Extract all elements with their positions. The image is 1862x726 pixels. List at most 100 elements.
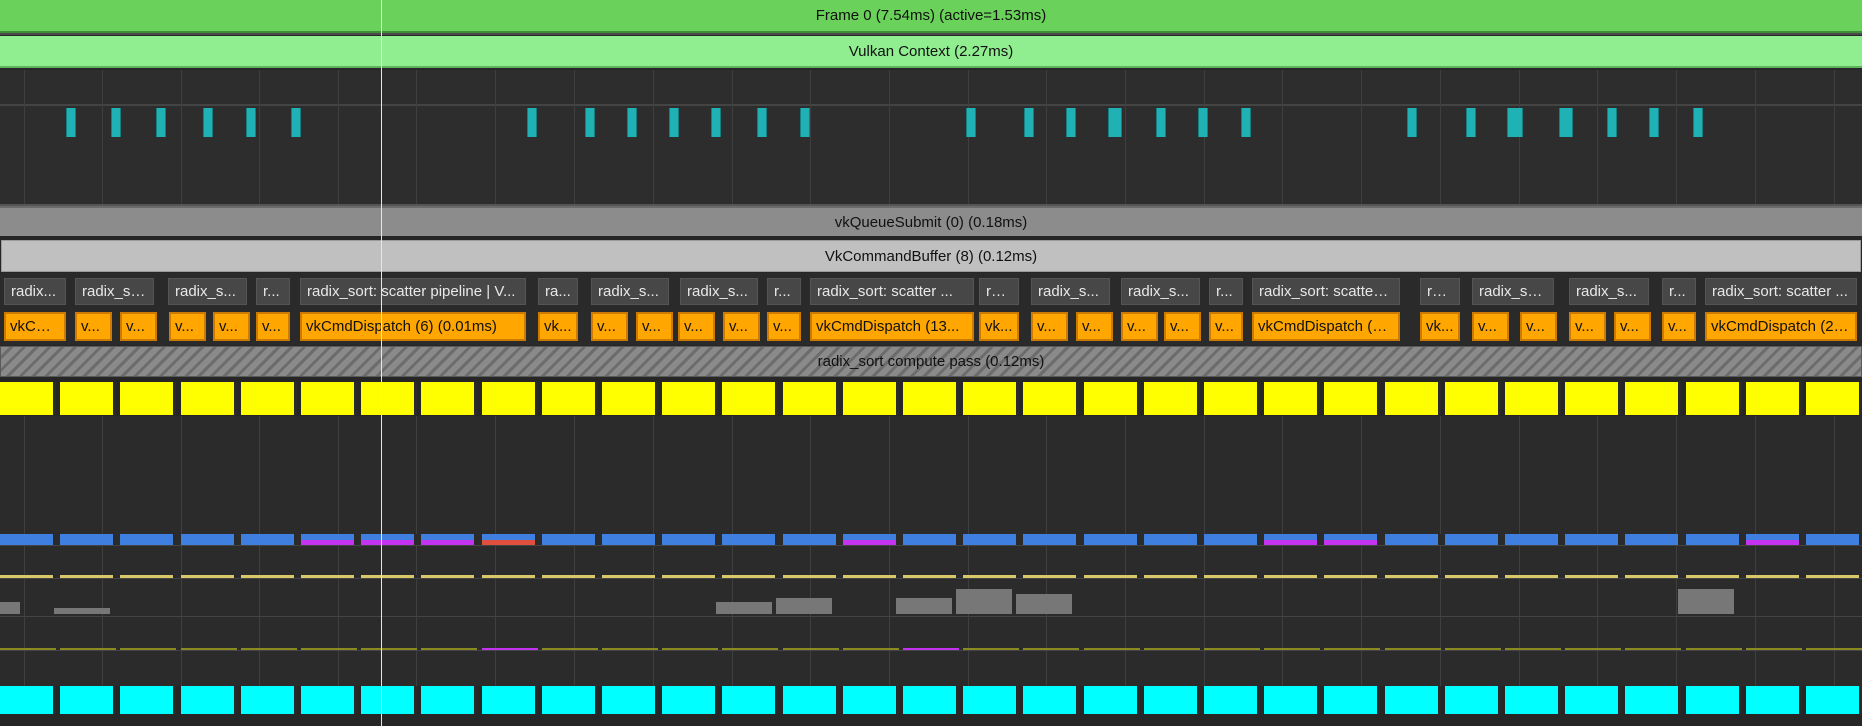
throughput-bar[interactable]: [1806, 534, 1862, 545]
throughput-bar[interactable]: [1324, 534, 1380, 545]
memory-activity-cell[interactable]: [361, 686, 417, 714]
dispatch-block[interactable]: v...: [1209, 312, 1243, 341]
throughput-bar[interactable]: [1204, 534, 1260, 545]
memory-activity-cell[interactable]: [482, 686, 538, 714]
shader-occupancy-cell[interactable]: [903, 382, 959, 415]
gpu-event-marker[interactable]: [1693, 108, 1703, 137]
dispatch-block[interactable]: v...: [1076, 312, 1113, 341]
gpu-event-marker[interactable]: [757, 108, 767, 137]
gpu-event-marker[interactable]: [291, 108, 301, 137]
memory-activity-cell[interactable]: [1445, 686, 1501, 714]
memory-activity-cell[interactable]: [1084, 686, 1140, 714]
memory-activity-cell[interactable]: [1746, 686, 1802, 714]
memory-activity-cell[interactable]: [0, 686, 56, 714]
dispatch-block[interactable]: v...: [767, 312, 801, 341]
memory-activity-cell[interactable]: [1806, 686, 1862, 714]
memory-activity-cell[interactable]: [1324, 686, 1380, 714]
debug-label-block[interactable]: radix_sort: scatter ...: [810, 278, 974, 305]
dispatch-block[interactable]: v...: [591, 312, 628, 341]
throughput-bar[interactable]: [361, 534, 417, 545]
shader-occupancy-cell[interactable]: [602, 382, 658, 415]
gpu-event-marker[interactable]: [1407, 108, 1417, 137]
gpu-event-marker[interactable]: [527, 108, 537, 137]
shader-occupancy-cell[interactable]: [120, 382, 176, 415]
memory-activity-cell[interactable]: [301, 686, 357, 714]
dispatch-block[interactable]: v...: [1472, 312, 1509, 341]
shader-occupancy-cell[interactable]: [662, 382, 718, 415]
stall-metric-block[interactable]: [0, 602, 20, 614]
frame-bar[interactable]: Frame 0 (7.54ms) (active=1.53ms): [0, 0, 1862, 33]
gpu-event-marker[interactable]: [1108, 108, 1122, 137]
memory-activity-cell[interactable]: [120, 686, 176, 714]
dispatch-block[interactable]: v...: [1520, 312, 1557, 341]
throughput-bar[interactable]: [1565, 534, 1621, 545]
memory-activity-cell[interactable]: [60, 686, 116, 714]
debug-label-block[interactable]: radix_sort: scatter ...: [1705, 278, 1857, 305]
throughput-bar[interactable]: [1505, 534, 1561, 545]
gpu-event-marker[interactable]: [246, 108, 256, 137]
dispatch-block[interactable]: v...: [120, 312, 157, 341]
memory-activity-cell[interactable]: [1565, 686, 1621, 714]
shader-occupancy-cell[interactable]: [1445, 382, 1501, 415]
throughput-bar[interactable]: [722, 534, 778, 545]
memory-activity-cell[interactable]: [963, 686, 1019, 714]
dispatch-block[interactable]: v...: [1662, 312, 1696, 341]
gpu-event-marker[interactable]: [966, 108, 976, 137]
gpu-event-marker[interactable]: [1559, 108, 1573, 137]
throughput-bar[interactable]: [1746, 534, 1802, 545]
throughput-bar[interactable]: [241, 534, 297, 545]
dispatch-block[interactable]: v...: [1569, 312, 1606, 341]
throughput-bar[interactable]: [60, 534, 116, 545]
throughput-bar[interactable]: [301, 534, 357, 545]
gpu-event-marker[interactable]: [1066, 108, 1076, 137]
memory-activity-cell[interactable]: [1023, 686, 1079, 714]
dispatch-block[interactable]: v...: [723, 312, 760, 341]
memory-activity-cell[interactable]: [181, 686, 237, 714]
memory-activity-cell[interactable]: [1385, 686, 1441, 714]
throughput-bar[interactable]: [0, 534, 56, 545]
gpu-event-marker[interactable]: [1198, 108, 1208, 137]
gpu-event-marker[interactable]: [1241, 108, 1251, 137]
dispatch-block[interactable]: vkCmdDispatch (20...: [1252, 312, 1400, 341]
memory-activity-cell[interactable]: [662, 686, 718, 714]
memory-activity-cell[interactable]: [1505, 686, 1561, 714]
memory-activity-cell[interactable]: [1204, 686, 1260, 714]
throughput-bar[interactable]: [903, 534, 959, 545]
memory-activity-cell[interactable]: [1264, 686, 1320, 714]
stall-metric-block[interactable]: [716, 602, 772, 614]
gpu-event-marker[interactable]: [1024, 108, 1034, 137]
throughput-bar[interactable]: [1385, 534, 1441, 545]
shader-occupancy-cell[interactable]: [1625, 382, 1681, 415]
shader-occupancy-cell[interactable]: [0, 382, 56, 415]
throughput-bar[interactable]: [482, 534, 538, 545]
gpu-event-marker[interactable]: [203, 108, 213, 137]
gpu-event-marker[interactable]: [66, 108, 76, 137]
memory-activity-cell[interactable]: [783, 686, 839, 714]
stall-metric-block[interactable]: [1678, 589, 1734, 614]
throughput-bar[interactable]: [662, 534, 718, 545]
time-cursor[interactable]: [381, 0, 382, 726]
throughput-bar[interactable]: [843, 534, 899, 545]
shader-occupancy-cell[interactable]: [542, 382, 598, 415]
shader-occupancy-cell[interactable]: [963, 382, 1019, 415]
shader-occupancy-cell[interactable]: [1806, 382, 1862, 415]
shader-occupancy-cell[interactable]: [241, 382, 297, 415]
stall-metric-block[interactable]: [1016, 594, 1072, 614]
memory-activity-cell[interactable]: [542, 686, 598, 714]
shader-occupancy-cell[interactable]: [1084, 382, 1140, 415]
debug-label-block[interactable]: r...: [767, 278, 801, 305]
shader-occupancy-cell[interactable]: [1324, 382, 1380, 415]
dispatch-block[interactable]: v...: [678, 312, 715, 341]
gpu-event-marker[interactable]: [156, 108, 166, 137]
debug-label-block[interactable]: radix_s...: [680, 278, 758, 305]
memory-activity-cell[interactable]: [241, 686, 297, 714]
throughput-bar[interactable]: [963, 534, 1019, 545]
shader-occupancy-cell[interactable]: [301, 382, 357, 415]
queue-submit-bar[interactable]: vkQueueSubmit (0) (0.18ms): [0, 206, 1862, 236]
dispatch-block[interactable]: v...: [75, 312, 112, 341]
memory-activity-cell[interactable]: [903, 686, 959, 714]
debug-label-block[interactable]: radix_s...: [168, 278, 247, 305]
throughput-bar[interactable]: [1686, 534, 1742, 545]
debug-label-block[interactable]: rad...: [979, 278, 1019, 305]
vulkan-context-bar[interactable]: Vulkan Context (2.27ms): [0, 36, 1862, 68]
